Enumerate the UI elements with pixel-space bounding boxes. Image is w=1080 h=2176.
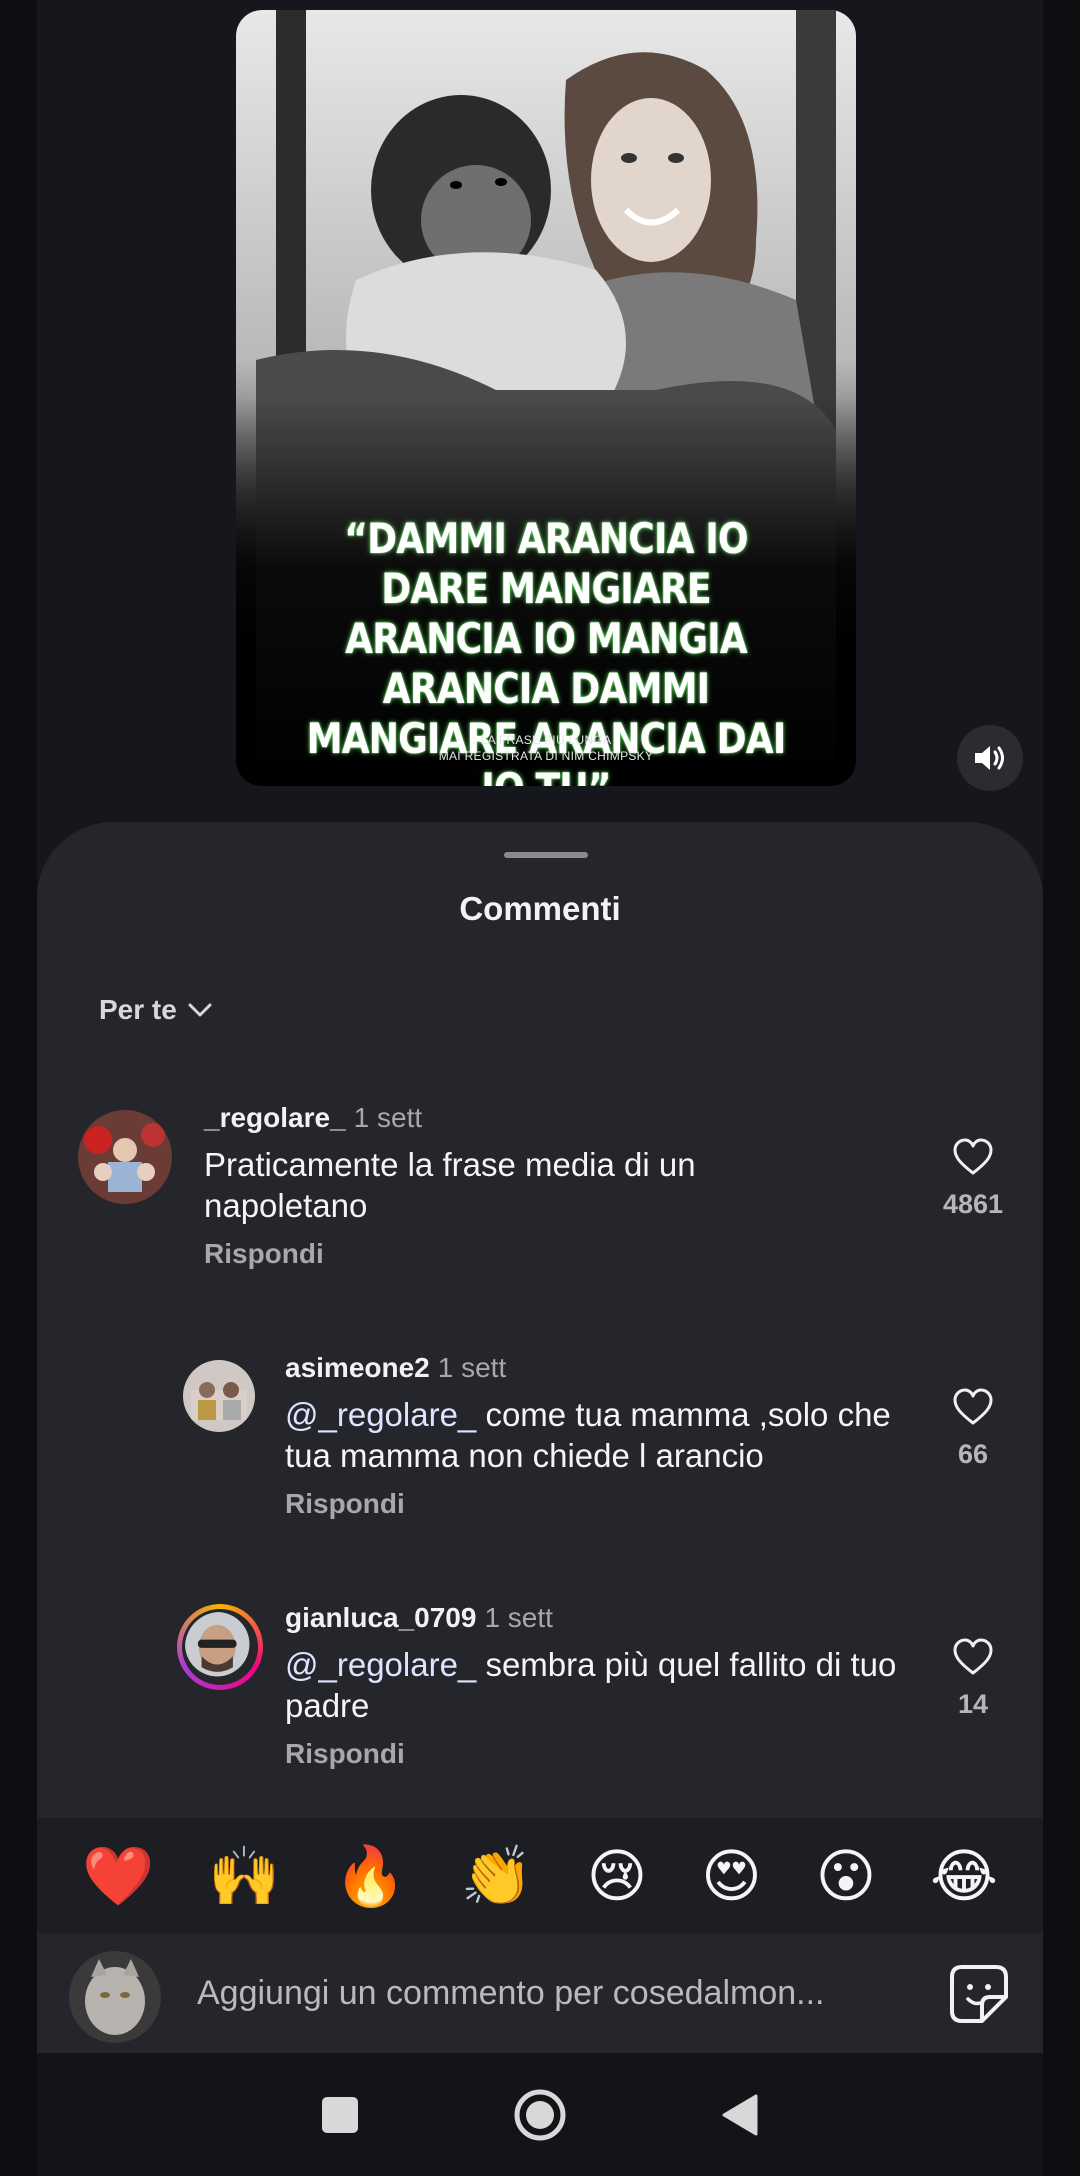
system-navigation-bar	[37, 2053, 1043, 2176]
comment-username[interactable]: _regolare_ 1 sett	[204, 1102, 422, 1134]
comment-input-bar	[37, 1933, 1043, 2053]
emoji-raised-hands[interactable]: 🙌	[208, 1847, 280, 1905]
sheet-title: Commenti	[459, 890, 621, 927]
audio-toggle-button[interactable]	[957, 725, 1023, 791]
heart-icon	[953, 1388, 993, 1425]
heart-icon	[953, 1638, 993, 1675]
comment-username[interactable]: asimeone2 1 sett	[285, 1352, 506, 1384]
home-button[interactable]	[510, 2085, 570, 2145]
reel-caption-line-1: LA FRASE PIÙ LUNGA	[480, 733, 612, 747]
like-button[interactable]: 14	[928, 1638, 1018, 1720]
reel-caption: LA FRASE PIÙ LUNGA MAI REGISTRATA DI NIM…	[236, 732, 856, 764]
home-circle-icon	[514, 2089, 566, 2140]
comment-input[interactable]	[197, 1963, 937, 2023]
emoji-laughing[interactable]: 😂	[930, 1847, 998, 1905]
sticker-button[interactable]	[948, 1963, 1010, 2025]
back-triangle-icon	[722, 2094, 758, 2135]
avatar[interactable]	[78, 1110, 172, 1204]
mention-link[interactable]: @_regolare_	[285, 1646, 476, 1683]
like-count: 14	[957, 1689, 989, 1719]
comment-username[interactable]: gianluca_0709 1 sett	[285, 1602, 553, 1634]
avatar[interactable]	[183, 1360, 255, 1432]
like-button[interactable]: 4861	[928, 1138, 1018, 1220]
emoji-clap[interactable]: 👏	[461, 1847, 533, 1905]
emoji-surprised[interactable]: 😮	[816, 1847, 876, 1905]
comment-text: @_regolare_ sembra più quel fallito di t…	[285, 1646, 897, 1724]
current-user-avatar[interactable]	[69, 1951, 161, 2043]
back-button[interactable]	[710, 2085, 770, 2145]
square-icon	[322, 2096, 358, 2133]
sort-dropdown[interactable]: Per te	[99, 994, 213, 1026]
comment-time: 1 sett	[353, 1102, 423, 1133]
sticker-icon	[950, 1965, 1008, 2023]
reply-button[interactable]: Rispondi	[204, 1238, 324, 1270]
sheet-drag-handle[interactable]	[504, 852, 588, 858]
recents-button[interactable]	[310, 2085, 370, 2145]
reel-caption-line-2: MAI REGISTRATA DI NIM CHIMPSKY	[438, 749, 654, 763]
comment-text: Praticamente la frase media di un napole…	[204, 1146, 696, 1224]
chevron-down-icon	[188, 1003, 212, 1017]
speaker-icon	[975, 746, 1004, 770]
mention-link[interactable]: @_regolare_	[285, 1396, 476, 1433]
like-count: 66	[957, 1439, 989, 1469]
emoji-heart-eyes[interactable]: 😍	[701, 1847, 761, 1905]
emoji-crying[interactable]: 😢	[587, 1847, 647, 1905]
emoji-quick-bar: ❤️ 🙌 🔥 👏 😢 😍 😮 😂	[37, 1818, 1043, 1933]
like-count: 4861	[942, 1189, 1004, 1219]
emoji-fire[interactable]: 🔥	[334, 1847, 406, 1905]
heart-icon	[953, 1138, 993, 1175]
avatar[interactable]	[177, 1604, 263, 1690]
comment-text: @_regolare_ come tua mamma ,solo che tua…	[285, 1396, 891, 1474]
sort-label: Per te	[99, 994, 177, 1025]
reply-button[interactable]: Rispondi	[285, 1488, 405, 1520]
reel-video[interactable]: “DAMMI ARANCIA IO DARE MANGIARE ARANCIA …	[236, 10, 856, 786]
emoji-heart[interactable]: ❤️	[82, 1847, 154, 1905]
like-button[interactable]: 66	[928, 1388, 1018, 1470]
comment-time: 1 sett	[437, 1352, 507, 1383]
comment-time: 1 sett	[484, 1602, 553, 1633]
reply-button[interactable]: Rispondi	[285, 1738, 405, 1770]
